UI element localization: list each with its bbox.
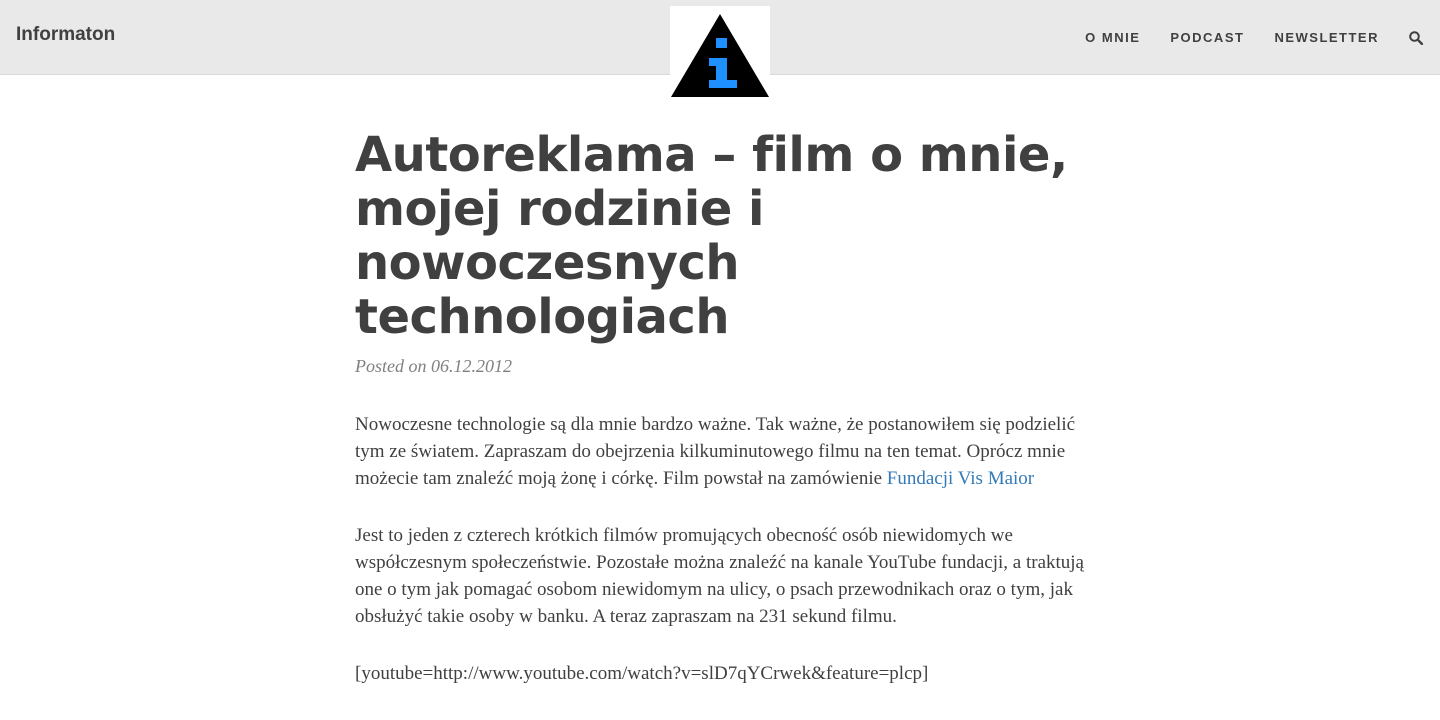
nav-o-mnie[interactable]: O MNIE (1085, 30, 1140, 45)
nav-newsletter[interactable]: NEWSLETTER (1274, 30, 1379, 45)
fundacja-link[interactable]: Fundacji Vis Maior (887, 468, 1034, 489)
post-meta: Posted on 06.12.2012 (355, 356, 512, 376)
post-content: Autoreklama – film o mnie, mojej rodzini… (355, 128, 1090, 687)
info-triangle-logo-icon (671, 14, 769, 97)
main-nav: O MNIE PODCAST NEWSLETTER (1085, 0, 1440, 75)
site-logo[interactable] (670, 6, 770, 98)
post-paragraph-1: Nowoczesne technologie są dla mnie bardz… (355, 411, 1090, 492)
site-brand[interactable]: Informaton (16, 24, 115, 46)
youtube-embed-shortcode: [youtube=http://www.youtube.com/watch?v=… (355, 663, 929, 684)
nav-podcast[interactable]: PODCAST (1170, 30, 1244, 45)
post-paragraph-2: Jest to jeden z czterech krótkich filmów… (355, 525, 1084, 627)
site-header: Informaton O MNIE PODCAST NEWSLETTER (0, 0, 1440, 98)
search-icon[interactable] (1409, 30, 1423, 45)
post-title: Autoreklama – film o mnie, mojej rodzini… (355, 127, 1068, 345)
